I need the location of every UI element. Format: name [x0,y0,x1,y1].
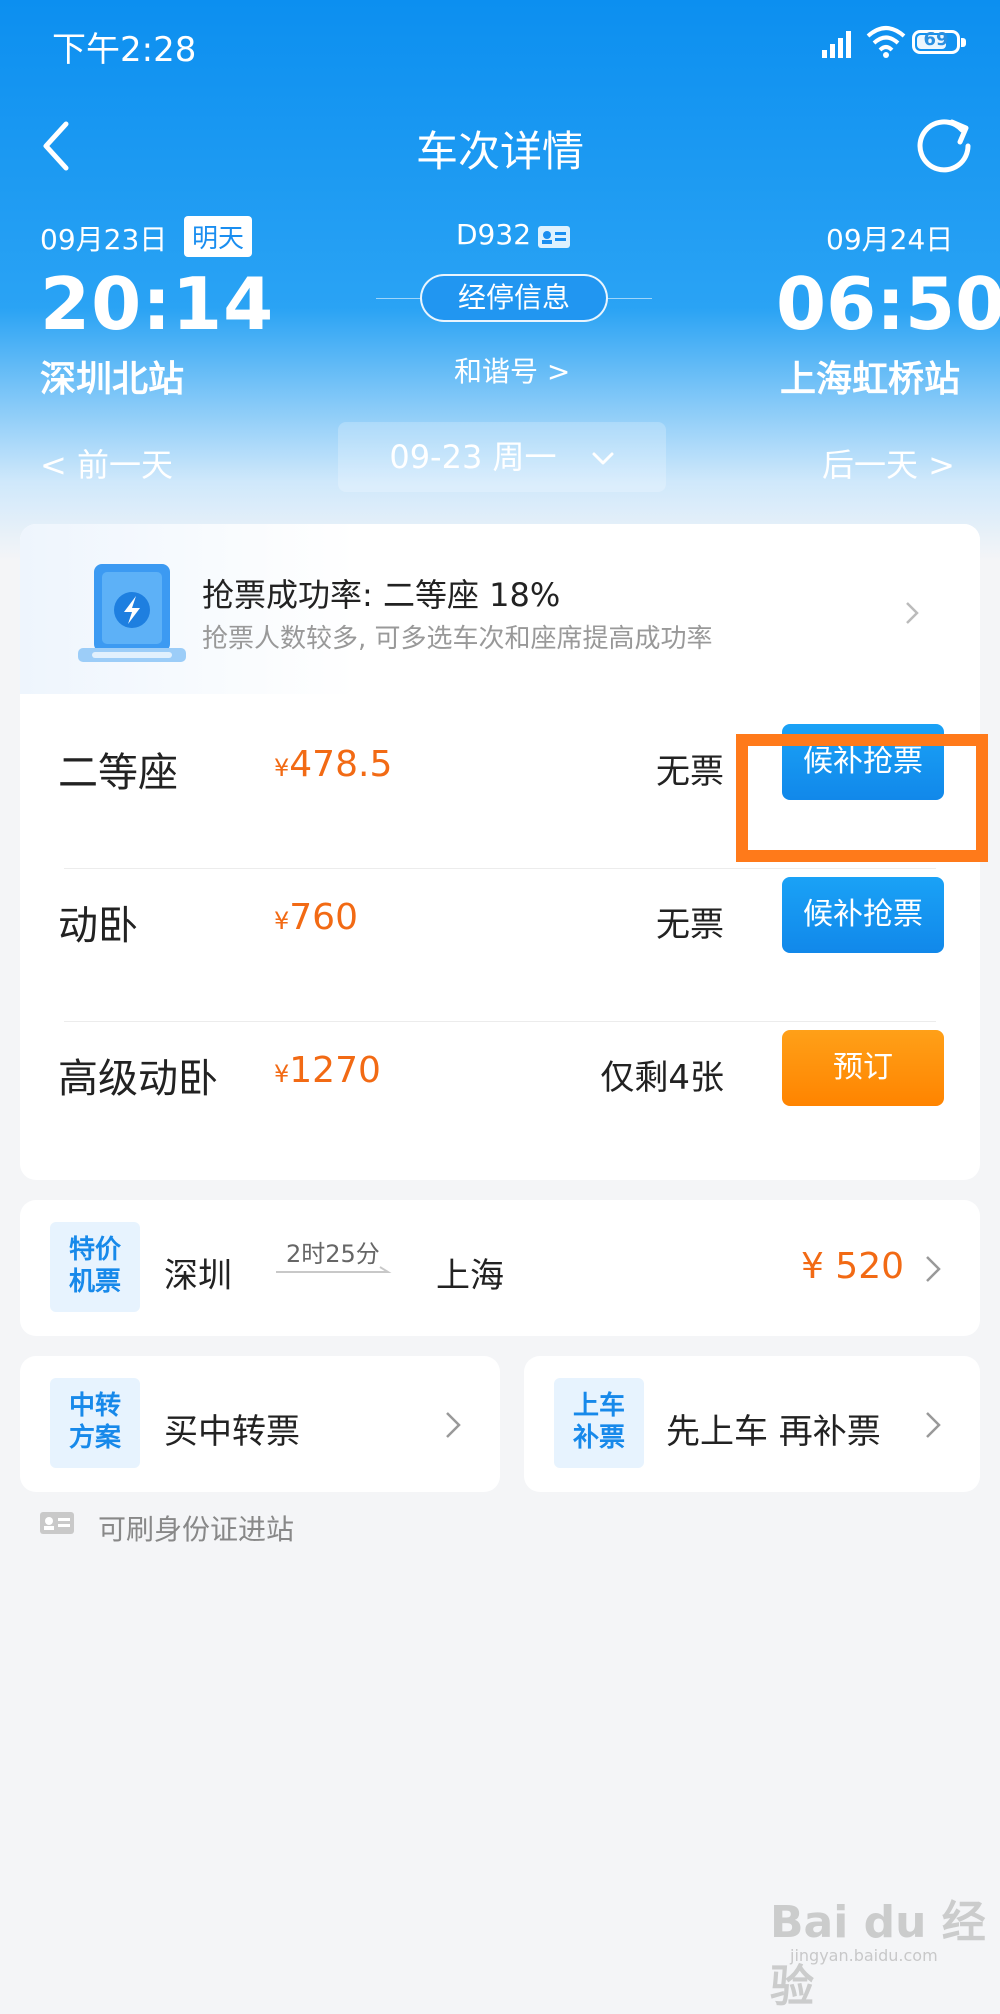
id-card-icon [538,226,570,248]
seat-price: ¥478.5 [274,744,393,785]
seat-row-deluxe-sleeper: 高级动卧 ¥1270 仅剩4张 预订 [20,994,980,1147]
seat-price: ¥1270 [274,1050,381,1091]
refresh-icon[interactable] [916,116,974,174]
train-number: D932 [456,218,532,251]
id-card-entry-note: 可刷身份证进站 [98,1513,295,1546]
seat-price: ¥760 [274,897,358,938]
back-icon[interactable] [38,118,78,174]
seat-availability: 仅剩4张 [600,1058,724,1098]
date-selector-label: 09-23 周一 [389,438,557,476]
board-first-badge: 上车 补票 [554,1378,644,1468]
date-selector[interactable]: 09-23 周一 [338,422,666,492]
promo-subtitle: 抢票人数较多, 可多选车次和座席提高成功率 [202,624,713,654]
arrow-right-icon [276,1266,392,1273]
promo-title: 抢票成功率: 二等座 18% [202,576,561,614]
book-button-deluxe-sleeper[interactable]: 预订 [782,1030,944,1106]
seat-name: 二等座 [58,750,178,796]
seat-name: 动卧 [58,903,138,949]
wifi-icon [866,26,906,58]
watermark-url: jingyan.baidu.com [790,1946,938,1965]
battery-icon: 69 [912,29,966,54]
chevron-right-icon [446,1412,461,1438]
seat-row-second-class: 二等座 ¥478.5 无票 候补抢票 [20,688,980,841]
seat-row-sleeper: 动卧 ¥760 无票 候补抢票 [20,841,980,994]
id-card-icon [40,1512,74,1534]
waitlist-button-second-class[interactable]: 候补抢票 [782,724,944,800]
transfer-plan-card[interactable]: 中转 方案 买中转票 [20,1356,500,1492]
arrival-station: 上海虹桥站 [779,359,960,400]
signal-icon [822,31,851,58]
seat-name: 高级动卧 [58,1056,218,1102]
page-title: 车次详情 [415,127,584,176]
status-time: 下午2:28 [52,30,197,70]
arrival-time: 06:50 [776,262,1000,346]
chevron-right-icon [926,1256,941,1282]
next-day-button[interactable]: 后一天 > [822,440,955,486]
chevron-right-icon [926,1412,941,1438]
stop-info-button[interactable]: 经停信息 [420,274,608,322]
departure-station: 深圳北站 [40,359,185,400]
seat-card: 抢票成功率: 二等座 18% 抢票人数较多, 可多选车次和座席提高成功率 二等座… [20,524,980,1180]
chevron-right-icon [906,602,919,624]
board-first-card[interactable]: 上车 补票 先上车 再补票 [524,1356,980,1492]
flight-price: ¥ 520 [800,1246,904,1287]
transfer-badge: 中转 方案 [50,1378,140,1468]
flight-duration: 2时25分 [286,1240,380,1268]
ticket-lightning-icon [78,564,186,662]
transfer-label: 买中转票 [164,1412,300,1452]
tomorrow-badge: 明天 [184,216,253,257]
flight-origin: 深圳 [164,1256,232,1296]
seat-availability: 无票 [656,752,724,792]
waitlist-button-sleeper[interactable]: 候补抢票 [782,877,944,953]
promo-banner[interactable]: 抢票成功率: 二等座 18% 抢票人数较多, 可多选车次和座席提高成功率 [20,524,980,694]
departure-time: 20:14 [40,262,275,346]
departure-date: 09月23日 [40,223,168,256]
cheap-flight-card[interactable]: 特价 机票 深圳 2时25分 上海 ¥ 520 [20,1200,980,1336]
battery-level: 69 [923,29,949,50]
cheap-flight-badge: 特价 机票 [50,1222,140,1312]
chevron-down-icon [592,452,614,465]
prev-day-button[interactable]: < 前一天 [40,440,173,486]
seat-availability: 无票 [656,905,724,945]
arrival-date: 09月24日 [826,223,954,256]
board-first-label: 先上车 再补票 [666,1412,881,1452]
train-type-link[interactable]: 和谐号 > [454,350,570,390]
flight-destination: 上海 [436,1256,504,1296]
